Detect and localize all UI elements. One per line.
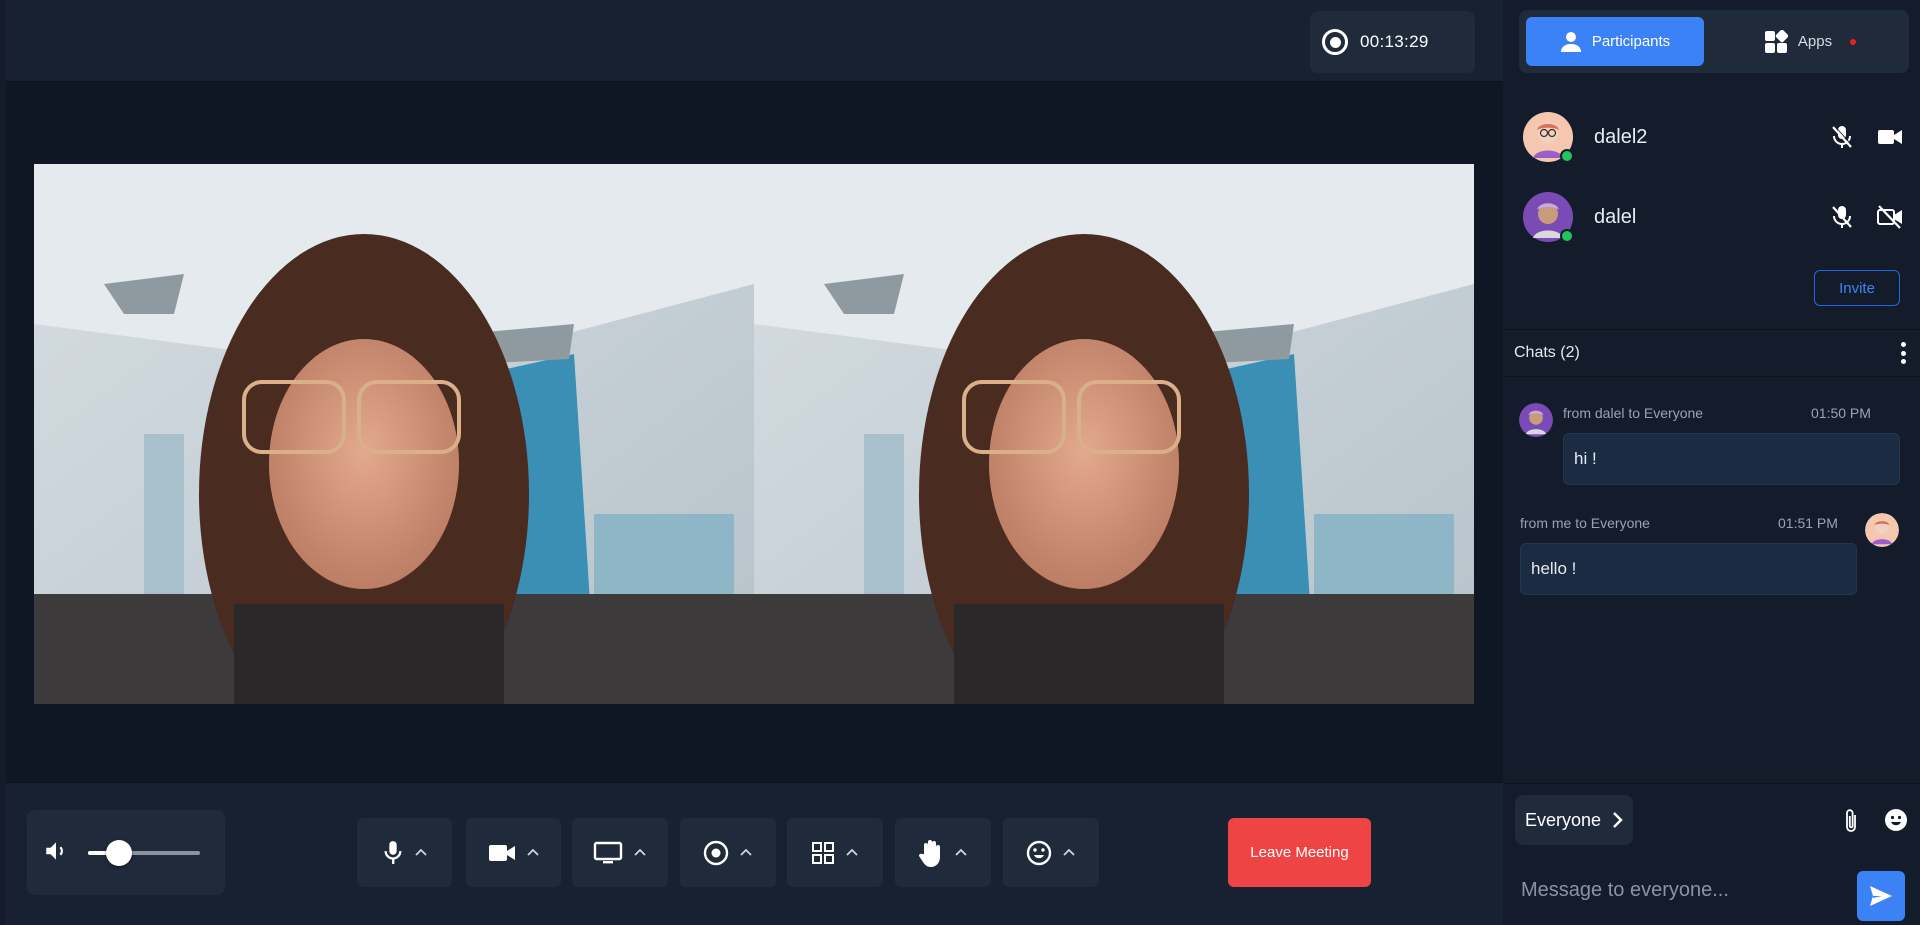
chat-header: Chats (2) [1505,329,1920,377]
participant-name: dalel [1594,205,1637,228]
microphone-button[interactable] [357,818,452,887]
apps-icon [1764,29,1788,53]
screen-share-button[interactable] [572,818,668,887]
tab-apps[interactable]: Apps [1721,17,1899,66]
recipient-label: Everyone [1525,809,1602,830]
video-grid [6,82,1503,782]
recording-indicator[interactable]: 00:13:29 [1310,11,1475,73]
invite-button[interactable]: Invite [1814,270,1900,306]
recipient-selector[interactable]: Everyone [1515,795,1633,845]
smiley-icon [1026,840,1052,865]
recording-timer: 00:13:29 [1360,32,1429,51]
speaker-icon[interactable] [43,838,69,864]
video-camera-icon [488,844,515,861]
paperclip-icon[interactable] [1842,808,1860,834]
chat-title: Chats (2) [1514,344,1580,361]
message-sender: from me to Everyone [1520,515,1650,531]
camera-button[interactable] [466,818,561,887]
emoji-icon[interactable] [1884,808,1908,832]
microphone-icon [384,840,401,864]
video-camera-icon[interactable] [1877,127,1903,147]
grid-layout-icon [812,841,834,864]
camera-feed-image [34,164,754,704]
video-tile-dalel2[interactable] [34,164,754,704]
record-icon [1322,29,1348,55]
side-panel-tabs: Participants Apps [1519,10,1909,73]
notification-dot [1850,38,1857,45]
avatar [1519,403,1553,437]
meeting-app: 00:13:29 Leave Meeting Participants Apps… [0,0,1920,925]
chevron-up-icon[interactable] [633,846,647,860]
volume-slider[interactable] [88,840,200,866]
chevron-up-icon[interactable] [954,846,968,860]
record-icon [703,840,729,865]
avatar [1865,513,1899,547]
raise-hand-icon [918,839,940,867]
message-time: 01:51 PM [1778,515,1838,531]
send-button[interactable] [1857,871,1905,921]
monitor-icon [593,841,623,863]
chevron-up-icon[interactable] [739,846,753,860]
leave-meeting-button[interactable]: Leave Meeting [1228,818,1371,887]
video-tile-dalel[interactable] [754,164,1474,704]
reactions-button[interactable] [1003,818,1099,887]
chevron-up-icon[interactable] [526,846,540,860]
tab-participants-label: Participants [1591,33,1671,50]
message-time: 01:50 PM [1811,405,1871,421]
video-camera-off-icon[interactable] [1877,205,1903,229]
volume-control [27,810,225,895]
record-button[interactable] [680,818,776,887]
send-icon [1870,886,1892,906]
tab-participants[interactable]: Participants [1526,17,1704,66]
microphone-muted-icon[interactable] [1831,205,1853,229]
message-bubble: hello ! [1520,543,1857,595]
microphone-muted-icon[interactable] [1831,125,1853,149]
tab-apps-label: Apps [1797,33,1833,50]
online-status-indicator [1560,229,1574,243]
chat-composer: Everyone [1505,783,1920,925]
chevron-right-icon [1613,812,1623,828]
more-options-icon[interactable] [1900,342,1906,364]
avatar [1523,192,1574,243]
volume-slider-handle[interactable] [106,840,133,866]
message-bubble: hi ! [1563,433,1900,485]
person-icon [1560,31,1581,52]
side-panel: Participants Apps dalel2 dalel Invite Ch… [1505,0,1920,925]
avatar [1523,112,1574,163]
message-input[interactable] [1521,872,1821,908]
layout-button[interactable] [787,818,883,887]
meeting-stage: 00:13:29 Leave Meeting [6,0,1503,925]
participant-row[interactable]: dalel [1523,191,1903,243]
chevron-up-icon[interactable] [845,846,859,860]
control-bar: Leave Meeting [6,782,1503,925]
message-sender: from dalel to Everyone [1563,405,1704,421]
participant-name: dalel2 [1594,125,1648,148]
chevron-up-icon[interactable] [1062,846,1076,860]
camera-feed-image [754,164,1474,704]
raise-hand-button[interactable] [895,818,991,887]
top-bar: 00:13:29 [6,0,1503,82]
participant-row[interactable]: dalel2 [1523,111,1903,163]
online-status-indicator [1560,149,1574,163]
chevron-up-icon[interactable] [414,846,428,860]
